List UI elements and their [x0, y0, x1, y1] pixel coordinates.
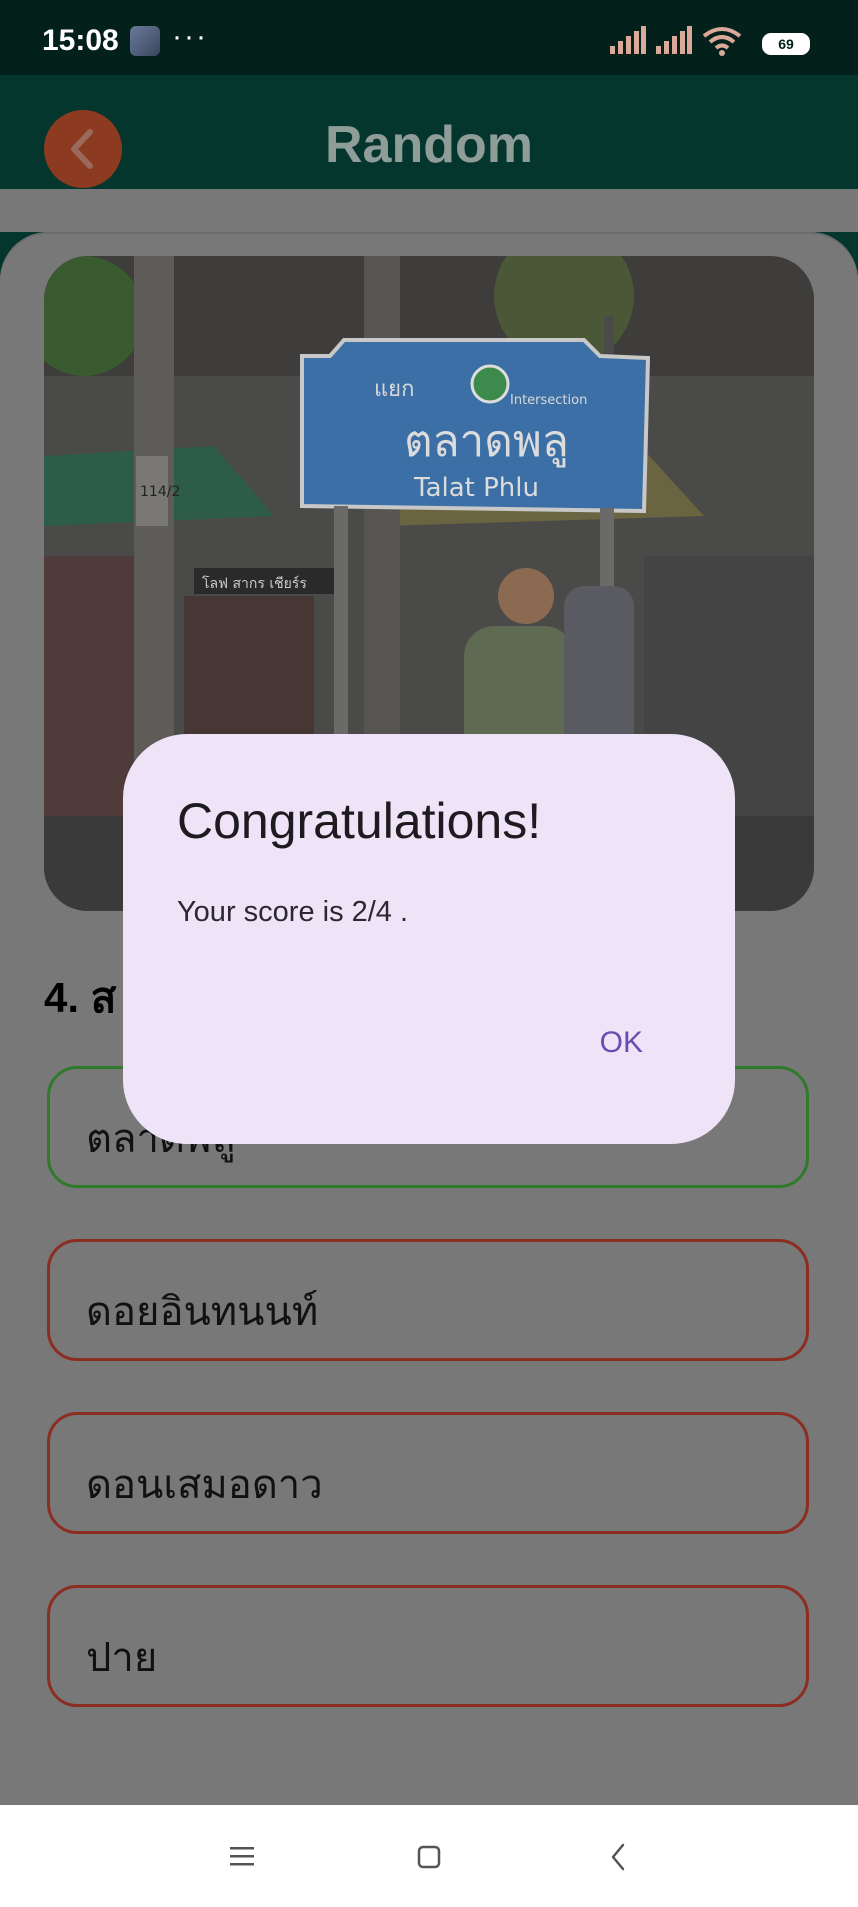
- status-time: 15:08: [42, 24, 119, 57]
- answer-label: ดอยอินทนนท์: [86, 1290, 319, 1334]
- wifi-icon: [702, 27, 742, 56]
- battery-icon: 69: [762, 33, 810, 55]
- signal-icon-2: [656, 26, 692, 54]
- question-text: 4. ส: [44, 974, 117, 1021]
- home-icon[interactable]: [407, 1835, 451, 1879]
- notification-app-icon: [130, 26, 160, 56]
- dialog-title: Congratulations!: [177, 793, 542, 849]
- menu-icon[interactable]: [220, 1835, 264, 1879]
- pole-label: 114/2: [140, 484, 180, 500]
- back-icon[interactable]: [597, 1835, 641, 1879]
- answer-option-3[interactable]: ดอนเสมอดาว: [47, 1412, 809, 1534]
- status-bar: 15:08 ··· 69: [0, 0, 858, 75]
- sign-text-yaek: แยก: [374, 377, 414, 402]
- app-bar-divider: [0, 189, 858, 233]
- sign-text-english: Talat Phlu: [413, 473, 539, 503]
- sign-text-intersection: Intersection: [510, 393, 587, 408]
- score-dialog: Congratulations! Your score is 2/4 . OK: [123, 734, 735, 1144]
- app-bar: Random: [0, 75, 858, 189]
- page-title: Random: [325, 116, 533, 174]
- sign-text-thai: ตลาดพลู: [404, 416, 569, 468]
- dialog-message: Your score is 2/4 .: [177, 896, 409, 928]
- answer-option-2[interactable]: ดอยอินทนนท์: [47, 1239, 809, 1361]
- answer-option-4[interactable]: ปาย: [47, 1585, 809, 1707]
- system-nav-bar: [0, 1805, 858, 1907]
- more-notifications-icon: ···: [172, 20, 208, 53]
- shop-sign: โลฟ สากร เชียร์ร: [202, 575, 307, 592]
- ok-button[interactable]: OK: [592, 1022, 651, 1064]
- signal-icon: [610, 26, 646, 54]
- answer-label: ดอนเสมอดาว: [86, 1463, 323, 1507]
- answer-label: ปาย: [86, 1636, 158, 1680]
